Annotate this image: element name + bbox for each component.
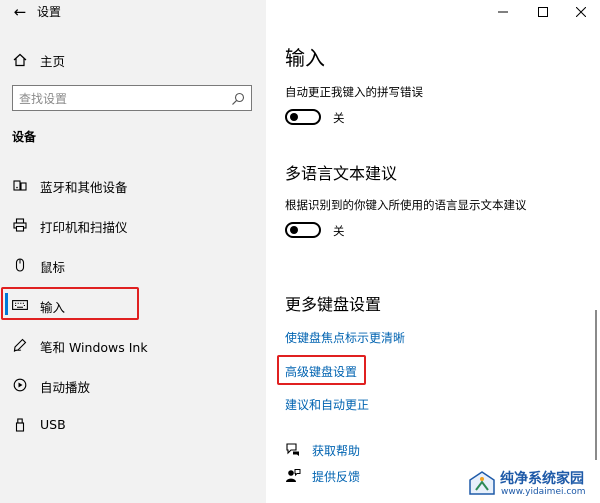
close-icon <box>576 7 586 17</box>
feedback-icon <box>285 468 301 484</box>
multilingual-heading: 多语言文本建议 <box>285 164 398 183</box>
back-arrow-icon[interactable]: ← <box>9 2 31 22</box>
sidebar-item-label: 鼠标 <box>40 260 66 275</box>
content-pane <box>266 0 600 503</box>
watermark: 纯净系统家园 www.yidaimei.com <box>468 468 598 500</box>
autocorrect-label: 自动更正我键入的拼写错误 <box>285 85 423 99</box>
app-title: 设置 <box>37 5 62 19</box>
multilingual-state: 关 <box>333 224 345 238</box>
sidebar-item-home[interactable]: 主页 <box>0 44 266 76</box>
search-icon[interactable] <box>231 91 245 105</box>
search-input[interactable] <box>17 89 229 109</box>
autocorrect-state: 关 <box>333 111 345 125</box>
get-help-label: 获取帮助 <box>312 444 361 458</box>
toggle-knob <box>290 226 298 234</box>
multilingual-label: 根据识别到的你键入所使用的语言显示文本建议 <box>285 198 527 212</box>
minimize-icon <box>498 11 508 13</box>
sidebar-item-bluetooth[interactable]: 蓝牙和其他设备 <box>0 168 266 202</box>
usb-icon <box>12 417 28 433</box>
feedback-link[interactable]: 提供反馈 <box>285 467 395 485</box>
sidebar-item-label: USB <box>40 417 66 432</box>
multilingual-toggle[interactable] <box>285 222 321 238</box>
sidebar-item-mouse[interactable]: 鼠标 <box>0 248 266 282</box>
autocorrect-toggle[interactable] <box>285 109 321 125</box>
home-icon <box>12 52 28 68</box>
toggle-knob <box>290 113 298 121</box>
sidebar-item-label: 蓝牙和其他设备 <box>40 180 128 195</box>
sidebar-item-pen[interactable]: 笔和 Windows Ink <box>0 328 266 362</box>
mouse-icon <box>12 257 28 273</box>
pen-icon <box>12 337 28 353</box>
page-title: 输入 <box>285 46 325 70</box>
sidebar-item-label: 笔和 Windows Ink <box>40 340 148 355</box>
scrollbar[interactable] <box>595 310 597 460</box>
section-heading-devices: 设备 <box>12 130 37 144</box>
autoplay-icon <box>12 377 28 393</box>
watermark-logo <box>468 470 496 498</box>
maximize-icon <box>538 7 548 17</box>
annotation-box-typing <box>1 287 139 320</box>
feedback-label: 提供反馈 <box>312 470 361 484</box>
watermark-title: 纯净系统家园 <box>500 471 584 487</box>
annotation-box-advanced <box>277 355 366 385</box>
close-button[interactable] <box>566 2 596 22</box>
minimize-button[interactable] <box>488 2 518 22</box>
sidebar: ← 设置 主页 设备 蓝牙和其他设备 打印机和扫描仪 鼠标 <box>0 0 266 503</box>
bluetooth-devices-icon <box>12 177 28 193</box>
search-field[interactable] <box>12 85 252 111</box>
watermark-url: www.yidaimei.com <box>501 487 586 497</box>
sidebar-item-autoplay[interactable]: 自动播放 <box>0 368 266 402</box>
help-chat-icon <box>285 442 301 458</box>
more-keyboard-heading: 更多键盘设置 <box>285 295 382 314</box>
sidebar-item-label: 主页 <box>40 54 66 69</box>
sidebar-item-usb[interactable]: USB <box>0 408 266 442</box>
printer-icon <box>12 217 28 233</box>
sidebar-item-printers[interactable]: 打印机和扫描仪 <box>0 208 266 242</box>
suggestions-autocorrect-link[interactable]: 建议和自动更正 <box>285 396 369 413</box>
sidebar-item-label: 打印机和扫描仪 <box>40 220 128 235</box>
get-help-link[interactable]: 获取帮助 <box>285 441 395 459</box>
keyboard-focus-link[interactable]: 使键盘焦点标示更清晰 <box>285 329 405 346</box>
maximize-button[interactable] <box>528 2 558 22</box>
sidebar-item-label: 自动播放 <box>40 380 91 395</box>
